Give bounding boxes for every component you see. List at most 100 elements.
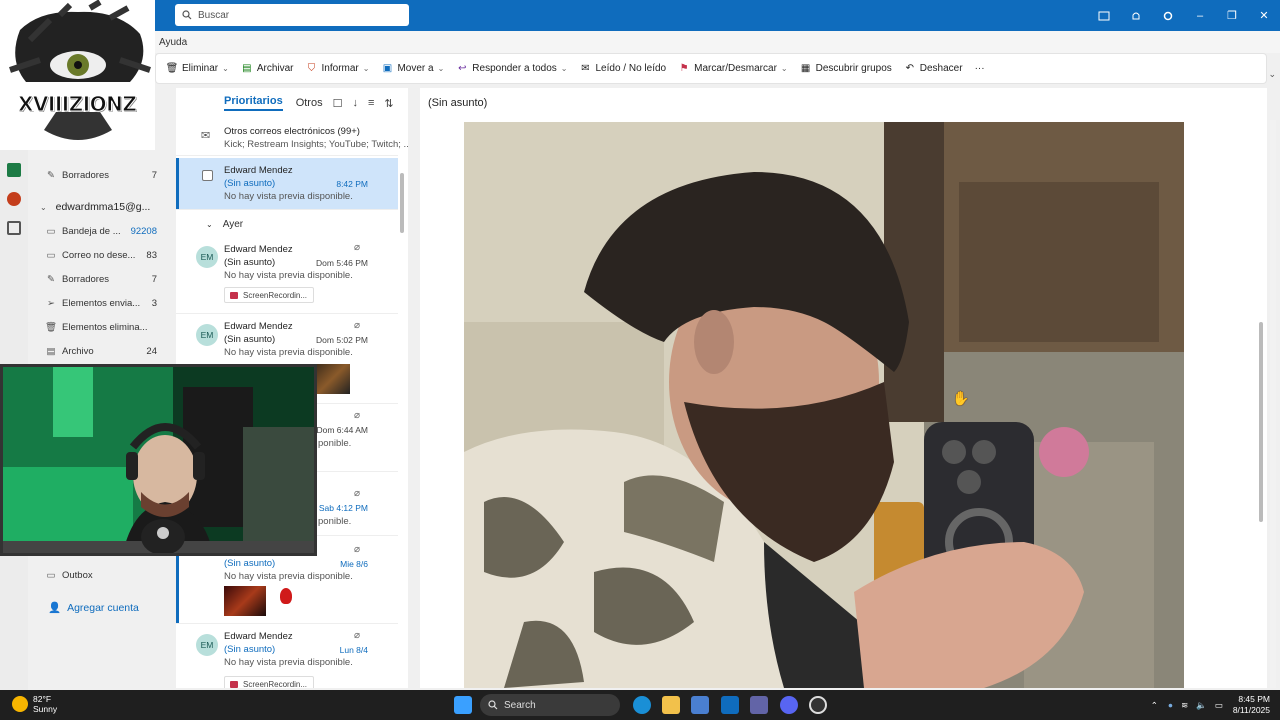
restore-button[interactable]: ❐: [1216, 0, 1248, 31]
discord-icon[interactable]: [780, 696, 798, 714]
clock[interactable]: 8:45 PM 8/11/2025: [1233, 694, 1270, 716]
chevron-down-icon: ⌄: [437, 64, 445, 73]
image-thumbnail[interactable]: [224, 586, 266, 616]
webcam-overlay: [0, 364, 317, 556]
sun-icon: [12, 696, 28, 712]
store-icon[interactable]: [691, 696, 709, 714]
group-header-yesterday[interactable]: ⌄ Ayer: [206, 219, 243, 230]
message-list-scrollbar[interactable]: [400, 173, 404, 233]
undo-button[interactable]: ↶ Deshacer: [898, 57, 969, 81]
notes-icon[interactable]: [1088, 0, 1120, 31]
speaker-icon[interactable]: 🔈: [1196, 700, 1207, 711]
flag-button[interactable]: ⚑ Marcar/Desmarcar ⌄: [672, 57, 794, 81]
checkbox[interactable]: [202, 170, 213, 181]
edge-icon[interactable]: [633, 696, 651, 714]
sort-icon[interactable]: ⇅: [384, 97, 393, 110]
taskbar: 82°F Sunny Search ⌃ ● ≋ 🔈 ▭ 8:45 PM 8/11…: [0, 690, 1280, 720]
arrow-down-icon[interactable]: ↓: [352, 97, 358, 109]
excel-icon[interactable]: [7, 163, 21, 177]
powerpoint-icon[interactable]: [7, 192, 21, 206]
paperclip-icon: ⌀: [353, 488, 360, 499]
reply-all-button[interactable]: ↩ Responder a todos ⌄: [450, 57, 573, 81]
filter-icon[interactable]: ≡: [368, 97, 374, 109]
teams-icon[interactable]: [750, 696, 768, 714]
list-item[interactable]: EM Edward Mendez ⌀ (Sin asunto) Lun 8/4 …: [176, 626, 398, 688]
report-button[interactable]: ⛉ Informar ⌄: [300, 57, 376, 81]
discover-groups-button[interactable]: ▦ Descubrir grupos: [794, 57, 898, 81]
paperclip-icon: ⌀: [353, 544, 360, 555]
select-icon[interactable]: ☐: [333, 97, 343, 110]
message-subject: (Sin asunto): [428, 97, 488, 109]
eye-logo-icon: [9, 0, 151, 140]
chevron-up-icon[interactable]: ⌃: [1151, 700, 1158, 711]
search-icon: [488, 700, 498, 710]
folder-archive[interactable]: ▤ Archivo 24: [45, 346, 163, 357]
flag-icon: ⚑: [679, 63, 689, 74]
avatar: EM: [196, 634, 218, 656]
folder-drafts-top[interactable]: ✎ Borradores 7: [45, 170, 163, 181]
chevron-down-icon: ⌄: [362, 64, 370, 73]
attached-photo[interactable]: [464, 122, 1184, 688]
attachment-chip[interactable]: ScreenRecordin...: [224, 287, 315, 303]
file-explorer-icon[interactable]: [662, 696, 680, 714]
folder-drafts[interactable]: ✎ Borradores 7: [45, 274, 163, 285]
image-thumbnail[interactable]: [280, 588, 292, 604]
windows-start-icon[interactable]: [454, 696, 472, 714]
list-item[interactable]: EM Edward Mendez ⌀ (Sin asunto) Dom 5:46…: [176, 238, 398, 314]
microphone-icon[interactable]: ●: [1168, 700, 1173, 710]
folder-outbox[interactable]: ▭ Outbox: [45, 570, 163, 581]
paperclip-icon: ⌀: [353, 630, 360, 641]
folder-junk[interactable]: ▭ Correo no dese... 83: [45, 250, 163, 261]
weather-widget[interactable]: 82°F Sunny: [12, 694, 57, 714]
read-unread-button[interactable]: ✉ Leído / No leído: [574, 57, 673, 81]
move-button[interactable]: ▣ Mover a ⌄: [375, 57, 450, 81]
taskbar-search[interactable]: Search: [480, 694, 620, 716]
close-button[interactable]: ✕: [1248, 0, 1280, 31]
tab-focused[interactable]: Prioritarios: [224, 95, 283, 111]
wifi-icon[interactable]: ≋: [1181, 700, 1188, 711]
help-menu[interactable]: Ayuda: [159, 37, 187, 48]
paperclip-icon: ⌀: [353, 242, 360, 253]
streamer-logo: XVIIIZIONZ: [0, 0, 155, 150]
reading-pane-scrollbar[interactable]: [1259, 322, 1263, 522]
folder-sent[interactable]: ➢ Elementos envia... 3: [45, 298, 163, 309]
outlook-icon[interactable]: [721, 696, 739, 714]
minimize-button[interactable]: –: [1184, 0, 1216, 31]
ribbon-expand-icon[interactable]: ⌄: [1268, 69, 1276, 80]
envelope-icon: ✉: [581, 63, 590, 74]
junk-icon: ▭: [46, 250, 56, 261]
list-item[interactable]: Edward Mendez (Sin asunto) 8:42 PM No ha…: [176, 158, 398, 210]
account-header[interactable]: ⌄ edwardmma15@g...: [40, 201, 150, 213]
paperclip-icon: ⌀: [353, 320, 360, 331]
pencil-icon: ✎: [47, 170, 55, 181]
folder-deleted[interactable]: 🗑 Elementos elimina...: [45, 322, 163, 333]
shield-icon: ⛉: [307, 63, 316, 74]
archive-button[interactable]: ▤ Archivar: [235, 57, 300, 81]
outbox-icon: ▭: [46, 570, 56, 581]
envelope-icon: ✉: [201, 130, 211, 142]
chevron-down-icon: ⌄: [206, 220, 213, 229]
more-button[interactable]: ···: [969, 57, 991, 81]
attachment-chip[interactable]: ScreenRecordin...: [224, 676, 315, 688]
window-scrollbar[interactable]: [1270, 120, 1276, 688]
apps-icon[interactable]: [7, 221, 21, 235]
image-thumbnail[interactable]: [314, 364, 350, 394]
add-person-icon: 👤: [48, 602, 62, 614]
battery-icon[interactable]: ▭: [1215, 700, 1223, 711]
other-mail-summary[interactable]: ✉ Otros correos electrónicos (99+) Kick;…: [176, 118, 408, 156]
menu-bar: Ayuda: [155, 31, 1280, 53]
bell-icon[interactable]: [1120, 0, 1152, 31]
webcam-feed: [3, 367, 314, 555]
gear-icon[interactable]: [1152, 0, 1184, 31]
chevron-down-icon: ⌄: [560, 64, 568, 73]
obs-icon[interactable]: [809, 696, 827, 714]
paperclip-icon: ⌀: [353, 410, 360, 421]
inbox-icon: ▭: [46, 226, 56, 237]
photo-image: [464, 122, 1184, 688]
search-box[interactable]: Buscar: [175, 4, 409, 26]
folder-inbox[interactable]: ▭ Bandeja de ... 92208: [45, 226, 163, 237]
add-account-link[interactable]: 👤 Agregar cuenta: [48, 601, 139, 615]
trash-icon: 🗑: [45, 322, 58, 333]
delete-button[interactable]: 🗑 Eliminar ⌄: [160, 57, 235, 81]
tab-other[interactable]: Otros: [296, 97, 323, 109]
